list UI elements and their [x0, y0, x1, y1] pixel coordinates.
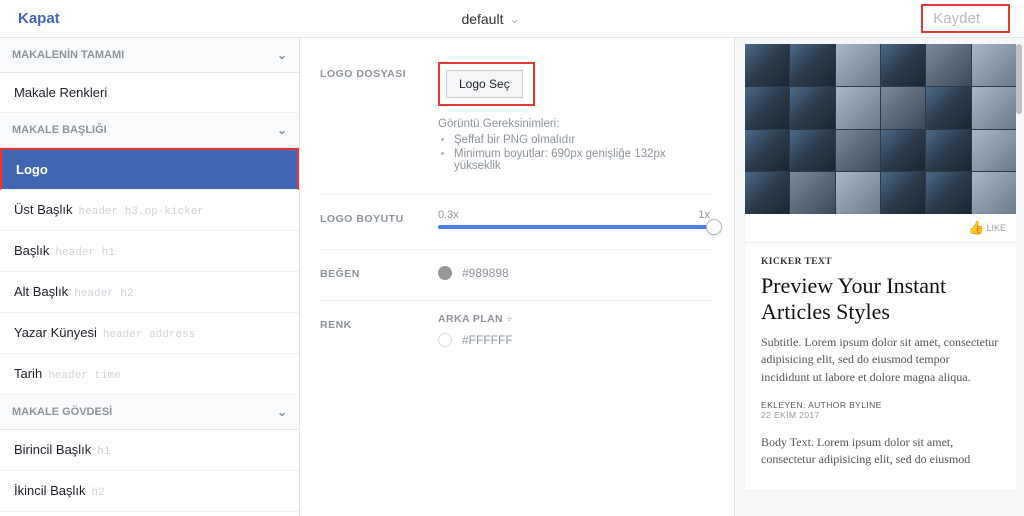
sidebar-item-kicker[interactable]: Üst Başlık header h3.op-kicker [0, 190, 299, 231]
sidebar-item-article-colors[interactable]: Makale Renkleri [0, 73, 299, 113]
preview-pane: 👍 LIKE KICKER TEXT Preview Your Instant … [734, 38, 1024, 516]
choose-logo-highlight: Logo Seç [438, 62, 535, 106]
preview-body-text: Body Text. Lorem ipsum dolor sit amet, c… [761, 434, 1000, 469]
field-like-color: BEĞEN #989898 [320, 250, 714, 301]
logo-size-slider[interactable]: 0.3x 1x [438, 207, 714, 229]
field-color: RENK ARKA PLAN ÷ #FFFFFF [320, 301, 714, 367]
image-requirements: Görüntü Gereksinimleri: Şeffaf bir PNG o… [438, 118, 714, 172]
sidebar-section-article-header[interactable]: MAKALE BAŞLIĞI ⌄ [0, 113, 299, 148]
style-selector[interactable]: default ⌄ [461, 11, 519, 27]
sidebar-item-date[interactable]: Tarih header time [0, 354, 299, 395]
slider-track[interactable] [438, 225, 714, 229]
color-swatch-icon [438, 333, 452, 347]
settings-panel: LOGO DOSYASI Logo Seç Görüntü Gereksinim… [300, 38, 734, 516]
sidebar-section-article-body[interactable]: MAKALE GÖVDESİ ⌄ [0, 395, 299, 430]
label-color: RENK [320, 313, 420, 331]
sidebar-item-primary-heading[interactable]: Birincil Başlık h1 [0, 430, 299, 471]
label-logo-size: LOGO BOYUTU [320, 207, 420, 225]
preview-hero-image [745, 44, 1016, 214]
label-background: ARKA PLAN ÷ [438, 313, 714, 325]
field-logo-size: LOGO BOYUTU 0.3x 1x [320, 195, 714, 250]
main: MAKALENİN TAMAMI ⌄ Makale Renkleri MAKAL… [0, 38, 1024, 516]
sidebar-section-whole-article[interactable]: MAKALENİN TAMAMI ⌄ [0, 38, 299, 73]
field-logo-file: LOGO DOSYASI Logo Seç Görüntü Gereksinim… [320, 50, 714, 195]
sidebar-item-author-byline[interactable]: Yazar Künyesi header address [0, 313, 299, 354]
chevron-down-icon: ⌄ [509, 12, 519, 26]
preview-title: Preview Your Instant Articles Styles [761, 273, 1000, 326]
sidebar-item-title[interactable]: Başlık header h1 [0, 231, 299, 272]
background-color-picker[interactable]: #FFFFFF [438, 333, 714, 347]
thumb-up-icon: 👍 [968, 220, 984, 236]
chevron-down-icon: ⌄ [277, 405, 287, 419]
sidebar-item-body-text[interactable]: Gövde Metni p [0, 512, 299, 516]
sidebar-item-logo[interactable]: Logo [0, 148, 299, 190]
style-name: default [461, 11, 503, 27]
choose-logo-button[interactable]: Logo Seç [446, 70, 523, 98]
sidebar-item-subtitle[interactable]: Alt Başlık header h2 [0, 272, 299, 313]
preview-kicker: KICKER TEXT [761, 257, 1000, 267]
color-swatch-icon [438, 266, 452, 280]
label-like: BEĞEN [320, 262, 420, 280]
sidebar-item-secondary-heading[interactable]: İkincil Başlık h2 [0, 471, 299, 512]
preview-byline: EKLEYEN: AUTHOR BYLINE 22 EKİM 2017 [761, 400, 1000, 420]
slider-thumb[interactable] [706, 219, 722, 235]
label-logo-file: LOGO DOSYASI [320, 62, 420, 80]
chevron-down-icon: ⌄ [277, 48, 287, 62]
app-root: Kapat default ⌄ Kaydet MAKALENİN TAMAMI … [0, 0, 1024, 516]
chevron-down-icon: ⌄ [277, 123, 287, 137]
preview-card: 👍 LIKE KICKER TEXT Preview Your Instant … [745, 44, 1016, 489]
topbar: Kapat default ⌄ Kaydet [0, 0, 1024, 38]
sidebar: MAKALENİN TAMAMI ⌄ Makale Renkleri MAKAL… [0, 38, 300, 516]
close-button[interactable]: Kapat [18, 10, 60, 27]
like-button[interactable]: 👍 LIKE [745, 214, 1016, 236]
like-color-picker[interactable]: #989898 [438, 266, 714, 280]
save-button[interactable]: Kaydet [921, 4, 1010, 33]
preview-subtitle: Subtitle. Lorem ipsum dolor sit amet, co… [761, 334, 1000, 386]
scrollbar[interactable] [1016, 44, 1022, 114]
